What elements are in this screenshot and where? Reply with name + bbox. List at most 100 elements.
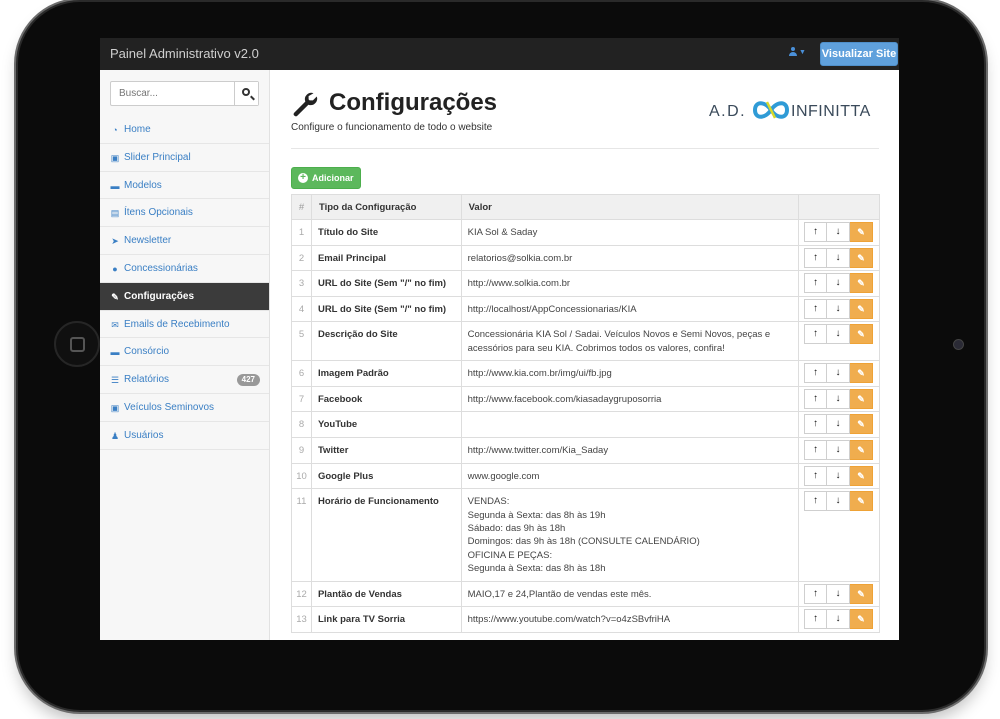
arrow-up-icon[interactable]: ↑ [803, 247, 827, 268]
row-actions: ↑ ↓ ✎ [797, 321, 881, 362]
edit-icon[interactable]: ✎ [849, 439, 873, 460]
search-button[interactable] [234, 82, 258, 105]
arrow-down-icon[interactable]: ↓ [826, 609, 850, 630]
arrow-down-icon[interactable]: ↓ [826, 298, 850, 319]
sidebar-item-1[interactable]: ▣ Slider Principal [100, 144, 269, 172]
row-button-group: ↑ ↓ ✎ [803, 324, 873, 345]
sidebar-item-8[interactable]: ▬ Consórcio [100, 338, 269, 367]
sidebar-nav: ◔ Home ▣ Slider Principal ▬ Modelos ▤ Ítens Opc… [100, 116, 269, 450]
arrow-down-icon[interactable]: ↓ [826, 273, 850, 294]
arrow-up-icon[interactable]: ↑ [803, 465, 827, 486]
edit-icon[interactable]: ✎ [849, 222, 873, 242]
edit-icon[interactable]: ✎ [849, 298, 873, 319]
row-number: 12 [291, 580, 312, 608]
user-menu[interactable]: ▼ [789, 47, 806, 59]
row-number: 2 [291, 244, 312, 272]
sidebar-item-9[interactable]: ☰ Relatórios 427 [100, 366, 269, 394]
table-row: 4 URL do Site (Sem "/" no fim) http://loca… [291, 295, 881, 323]
sidebar-item-2[interactable]: ▬ Modelos [100, 172, 269, 200]
edit-icon[interactable]: ✎ [849, 247, 873, 268]
row-button-group: ↑ ↓ ✎ [803, 388, 873, 409]
sidebar-item-label: Usuários [124, 429, 164, 441]
arrow-down-icon[interactable]: ↓ [826, 363, 850, 384]
row-number: 13 [291, 606, 312, 633]
sidebar-item-label: Veículos Seminovos [124, 401, 215, 413]
edit-icon[interactable]: ✎ [849, 414, 873, 435]
row-type: URL do Site (Sem "/" no fim) [310, 270, 462, 297]
row-type: Link para TV Sorria [310, 606, 462, 633]
arrow-up-icon[interactable]: ↑ [803, 583, 827, 604]
visit-site-button[interactable]: Visualizar Site [820, 42, 898, 66]
arrow-up-icon[interactable]: ↑ [803, 491, 827, 512]
arrow-up-icon[interactable]: ↑ [803, 222, 827, 242]
arrow-down-icon[interactable]: ↓ [826, 247, 850, 268]
arrow-down-icon[interactable]: ↓ [826, 491, 850, 512]
sidebar-item-11[interactable]: ♟ Usuários [100, 422, 269, 450]
arrow-down-icon[interactable]: ↓ [826, 465, 850, 486]
header-number: # [291, 194, 312, 220]
row-actions: ↑ ↓ ✎ [797, 270, 881, 297]
search-input[interactable] [111, 82, 234, 105]
arrow-down-icon[interactable]: ↓ [826, 439, 850, 460]
top-navbar: Painel Administrativo v2.0 ▼ Visualizar … [100, 38, 899, 70]
home-button[interactable] [54, 321, 100, 367]
arrow-up-icon[interactable]: ↑ [803, 324, 827, 345]
edit-icon[interactable]: ✎ [849, 273, 873, 294]
row-actions: ↑ ↓ ✎ [797, 462, 881, 490]
edit-icon[interactable]: ✎ [849, 324, 873, 345]
row-button-group: ↑ ↓ ✎ [803, 247, 873, 268]
arrow-down-icon[interactable]: ↓ [826, 388, 850, 409]
edit-icon[interactable]: ✎ [849, 363, 873, 384]
arrow-up-icon[interactable]: ↑ [803, 439, 827, 460]
row-actions: ↑ ↓ ✎ [797, 606, 881, 633]
table-row: 12 Plantão de Vendas MAIO,17 e 24,Plantão … [291, 580, 881, 608]
envelope-icon: ✉ [111, 319, 119, 330]
arrow-up-icon[interactable]: ↑ [803, 609, 827, 630]
sidebar-item-0[interactable]: ◔ Home [100, 116, 269, 144]
arrow-down-icon[interactable]: ↓ [826, 414, 850, 435]
arrow-down-icon[interactable]: ↓ [826, 324, 850, 345]
arrow-up-icon[interactable]: ↑ [803, 298, 827, 319]
sidebar-item-label: Newsletter [124, 235, 172, 247]
arrow-down-icon[interactable]: ↓ [826, 583, 850, 604]
sidebar-item-7[interactable]: ✉ Emails de Recebimento [100, 311, 269, 339]
arrow-up-icon[interactable]: ↑ [803, 273, 827, 294]
map-marker-icon: ● [112, 263, 118, 274]
car-icon: ▬ [110, 347, 120, 358]
row-type: Facebook [310, 385, 462, 413]
row-number: 8 [291, 411, 312, 438]
row-type: Plantão de Vendas [310, 580, 462, 608]
brand-logo: A.D. INFINITTA [709, 101, 870, 120]
sidebar-item-4[interactable]: ➤ Newsletter [100, 227, 269, 255]
sidebar-item-10[interactable]: ▣ Veículos Seminovos [100, 394, 269, 422]
plus-icon: + [298, 173, 308, 183]
wrench-icon [293, 92, 318, 117]
app-brand[interactable]: Painel Administrativo v2.0 [110, 46, 259, 61]
arrow-up-icon[interactable]: ↑ [803, 388, 827, 409]
row-value: http://www.facebook.com/kiasadaygruposor… [460, 385, 799, 413]
sidebar-item-3[interactable]: ▤ Ítens Opcionais [100, 199, 269, 228]
search-icon [242, 88, 250, 96]
table-row: 1 Título do Site KIA Sol & Saday ↑ ↓ ✎ [291, 219, 881, 246]
row-actions: ↑ ↓ ✎ [797, 360, 881, 387]
row-button-group: ↑ ↓ ✎ [803, 583, 873, 604]
edit-icon[interactable]: ✎ [849, 583, 873, 604]
edit-icon[interactable]: ✎ [849, 388, 873, 409]
sidebar-item-6[interactable]: ✎ Configurações [100, 282, 269, 311]
row-actions: ↑ ↓ ✎ [797, 219, 881, 246]
row-value: https://www.youtube.com/watch?v=o4zSBvfr… [460, 606, 799, 633]
sidebar-item-label: Relatórios [124, 374, 170, 386]
add-button[interactable]: + Adicionar [291, 167, 361, 189]
table-row: 2 Email Principal relatorios@solkia.com.br… [291, 244, 881, 272]
edit-icon[interactable]: ✎ [849, 609, 873, 630]
edit-icon[interactable]: ✎ [849, 465, 873, 486]
row-button-group: ↑ ↓ ✎ [803, 363, 873, 384]
row-button-group: ↑ ↓ ✎ [803, 273, 873, 294]
edit-icon[interactable]: ✎ [849, 491, 873, 512]
arrow-down-icon[interactable]: ↓ [826, 222, 850, 242]
row-number: 11 [291, 488, 312, 582]
car-icon: ▬ [110, 180, 120, 191]
sidebar-item-5[interactable]: ● Concessionárias [100, 255, 269, 283]
arrow-up-icon[interactable]: ↑ [803, 363, 827, 384]
arrow-up-icon[interactable]: ↑ [803, 414, 827, 435]
